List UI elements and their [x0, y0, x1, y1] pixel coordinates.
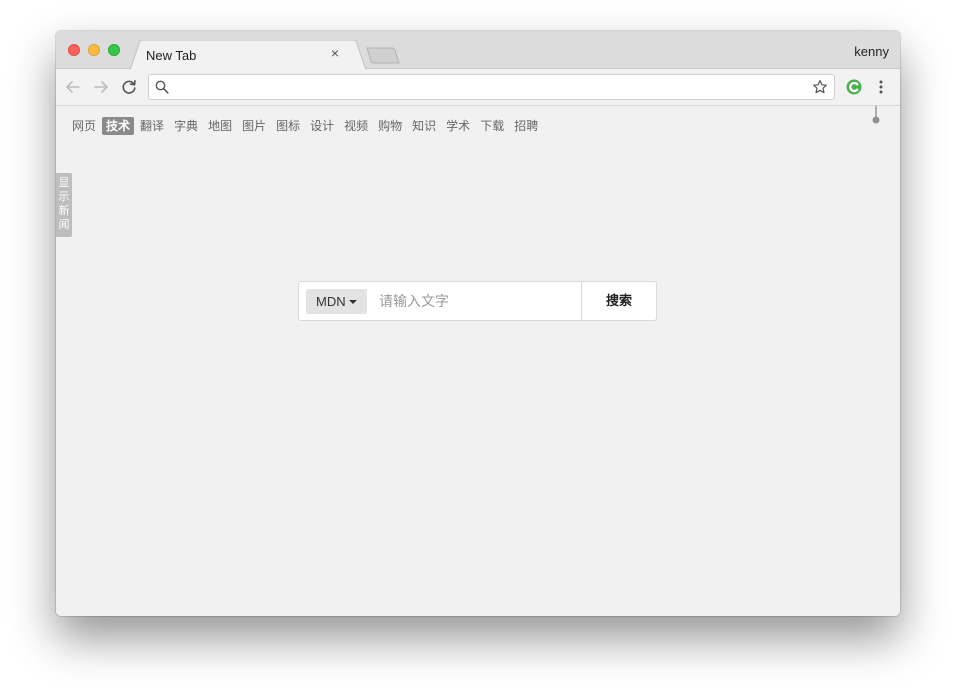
category-item[interactable]: 学术 — [442, 117, 474, 135]
tab-new-tab[interactable]: New Tab × — [130, 40, 366, 70]
search-button[interactable]: 搜索 — [581, 282, 656, 320]
category-item[interactable]: 视频 — [340, 117, 372, 135]
show-news-char: 新 — [58, 205, 70, 217]
category-item[interactable]: 地图 — [204, 117, 236, 135]
show-news-char: 示 — [58, 191, 70, 203]
show-news-toggle[interactable]: 显示新闻 — [56, 173, 72, 237]
address-bar[interactable] — [148, 74, 835, 100]
address-input[interactable] — [175, 78, 809, 98]
category-item[interactable]: 图标 — [272, 117, 304, 135]
minimize-window-button[interactable] — [88, 44, 100, 56]
category-item[interactable]: 网页 — [68, 117, 100, 135]
category-item[interactable]: 购物 — [374, 117, 406, 135]
tab-close-icon[interactable]: × — [328, 46, 342, 60]
category-item[interactable]: 字典 — [170, 117, 202, 135]
category-item[interactable]: 设计 — [306, 117, 338, 135]
menu-dots-icon[interactable] — [872, 78, 890, 96]
search-box: MDN 搜索 — [298, 281, 657, 321]
toolbar — [56, 69, 900, 106]
category-nav: 网页 技术 翻译 字典 地图 图片 图标 设计 视频 购物 知识 学术 下载 招… — [68, 117, 542, 135]
search-input[interactable] — [377, 290, 581, 314]
category-item[interactable]: 图片 — [238, 117, 270, 135]
search-engine-label: MDN — [316, 294, 346, 309]
new-tab-button[interactable] — [366, 47, 402, 65]
close-window-button[interactable] — [68, 44, 80, 56]
pin-icon[interactable] — [872, 106, 880, 126]
category-item[interactable]: 下载 — [476, 117, 508, 135]
page-content: 网页 技术 翻译 字典 地图 图片 图标 设计 视频 购物 知识 学术 下载 招… — [56, 106, 900, 616]
show-news-char: 显 — [58, 177, 70, 189]
star-icon[interactable] — [812, 79, 828, 95]
extension-icon[interactable] — [845, 78, 863, 96]
forward-arrow-icon[interactable] — [92, 78, 110, 96]
category-item[interactable]: 技术 — [102, 117, 135, 135]
tab-title: New Tab — [146, 48, 197, 63]
maximize-window-button[interactable] — [108, 44, 120, 56]
new-tab-icon — [366, 47, 400, 64]
back-arrow-icon[interactable] — [64, 78, 82, 96]
category-item[interactable]: 翻译 — [136, 117, 168, 135]
show-news-char: 闻 — [58, 219, 70, 231]
category-item[interactable]: 招聘 — [510, 117, 542, 135]
caret-down-icon — [349, 300, 357, 304]
category-item[interactable]: 知识 — [408, 117, 440, 135]
search-engine-select[interactable]: MDN — [306, 289, 367, 314]
reload-icon[interactable] — [120, 78, 138, 96]
profile-name[interactable]: kenny — [854, 44, 889, 59]
browser-window: New Tab × kenny 网页 技术 翻译 字典 地图 图片 图标 设计 … — [56, 31, 900, 616]
search-icon — [155, 80, 169, 94]
title-bar: New Tab × kenny — [56, 31, 900, 70]
